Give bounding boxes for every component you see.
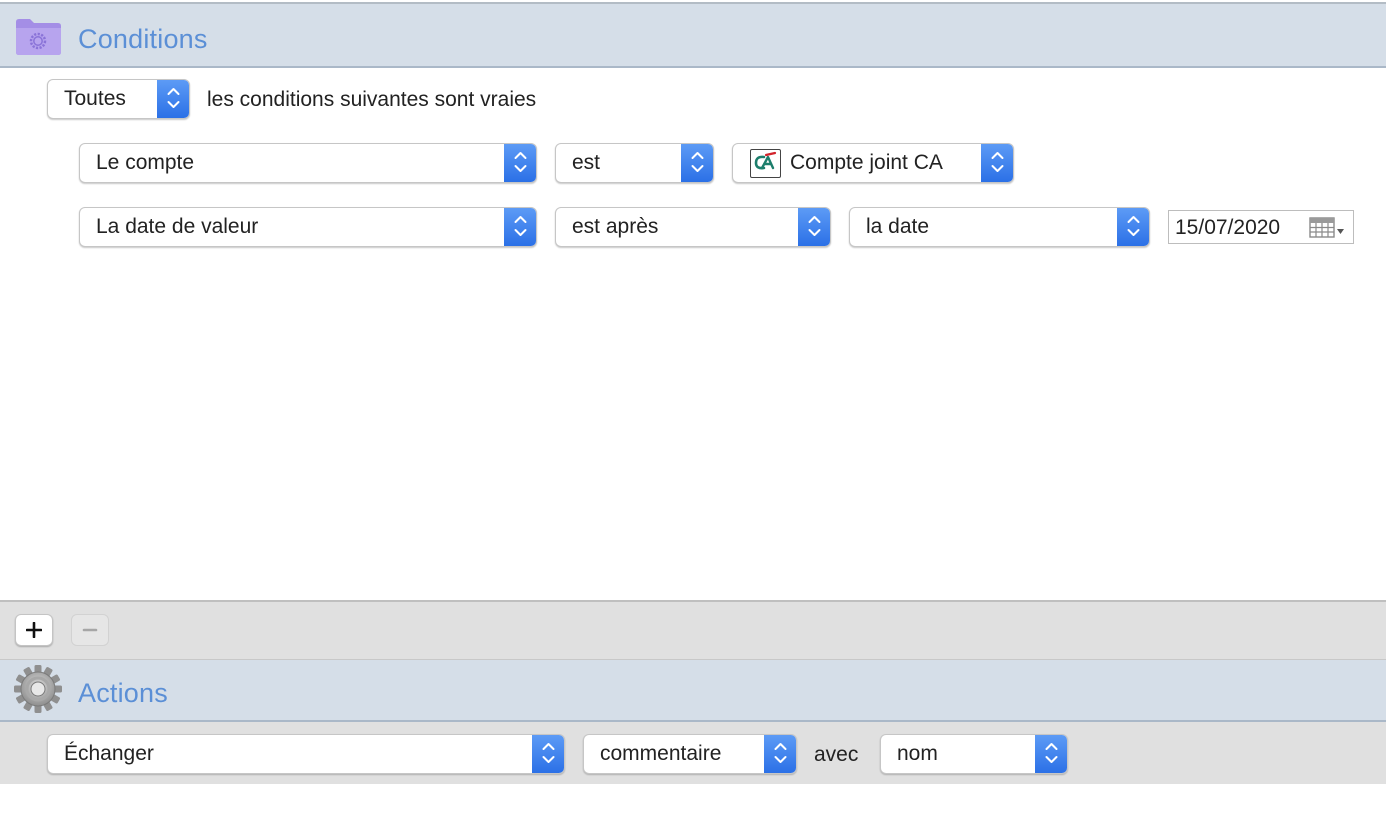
- match-mode-label: Toutes: [64, 87, 126, 110]
- actions-header: Actions: [0, 660, 1386, 722]
- condition-1-operator-popup[interactable]: est: [555, 143, 714, 183]
- conditions-header: Conditions: [0, 2, 1386, 68]
- condition-toolbar: [0, 600, 1386, 660]
- condition-1-field-popup[interactable]: Le compte: [79, 143, 537, 183]
- action-field-label: commentaire: [600, 742, 722, 765]
- condition-2-value-popup[interactable]: la date: [849, 207, 1150, 247]
- chevron-updown-icon: [504, 144, 536, 182]
- condition-1-value-popup[interactable]: Compte joint CA: [732, 143, 1014, 183]
- plus-icon: [25, 621, 43, 639]
- chevron-updown-icon: [798, 208, 830, 246]
- condition-2-field-label: La date de valeur: [96, 215, 259, 238]
- chevron-updown-icon: [764, 735, 796, 773]
- action-type-popup[interactable]: Échanger: [47, 734, 565, 774]
- match-mode-popup[interactable]: Toutes: [47, 79, 190, 119]
- minus-icon: [82, 622, 98, 638]
- gear-icon: [13, 664, 63, 714]
- condition-2-operator-label: est après: [572, 215, 659, 238]
- add-condition-button[interactable]: [15, 614, 53, 646]
- date-value[interactable]: 15/07/2020: [1175, 216, 1280, 240]
- chevron-updown-icon: [504, 208, 536, 246]
- action-field-popup[interactable]: commentaire: [583, 734, 797, 774]
- calendar-grid-icon[interactable]: [1309, 217, 1345, 239]
- condition-2-value-label: la date: [866, 215, 930, 238]
- credit-agricole-logo: [750, 149, 781, 178]
- chevron-updown-icon: [981, 144, 1013, 182]
- chevron-updown-icon: [681, 144, 713, 182]
- action-type-label: Échanger: [64, 742, 154, 765]
- conditions-title: Conditions: [78, 24, 208, 54]
- chevron-updown-icon: [1035, 735, 1067, 773]
- remove-condition-button[interactable]: [71, 614, 109, 646]
- chevron-updown-icon: [532, 735, 564, 773]
- condition-1-value-label: Compte joint CA: [790, 151, 943, 174]
- condition-1-field-label: Le compte: [96, 151, 195, 174]
- condition-1-operator-label: est: [572, 151, 601, 174]
- condition-2-operator-popup[interactable]: est après: [555, 207, 831, 247]
- chevron-updown-icon: [157, 80, 189, 118]
- action-connector: avec: [814, 743, 859, 766]
- condition-2-field-popup[interactable]: La date de valeur: [79, 207, 537, 247]
- action-target-label: nom: [897, 742, 938, 765]
- gear-folder-icon: [14, 16, 62, 56]
- actions-title: Actions: [78, 678, 168, 708]
- chevron-updown-icon: [1117, 208, 1149, 246]
- condition-2-date-field[interactable]: 15/07/2020: [1168, 210, 1354, 244]
- action-target-popup[interactable]: nom: [880, 734, 1068, 774]
- match-mode-suffix: les conditions suivantes sont vraies: [207, 88, 537, 111]
